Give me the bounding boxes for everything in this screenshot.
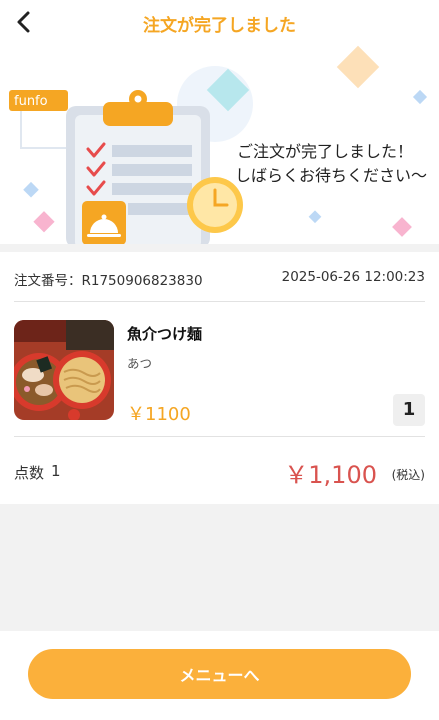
tax-included-note: (税込) <box>391 468 425 482</box>
please-wait-message: しばらくお待ちください〜 <box>234 166 427 185</box>
divider <box>14 301 425 302</box>
order-datetime: 2025-06-26 12:00:23 <box>281 269 425 285</box>
funfo-logo-text: funfo <box>14 94 48 109</box>
total-price: ￥1,100 <box>284 461 377 489</box>
funfo-logo: funfo <box>9 90 68 149</box>
menu-button[interactable]: メニューへ <box>28 649 411 699</box>
footer-bar: メニューへ <box>0 631 439 720</box>
order-detail-card: 注文番号：R1750906823830 2025-06-26 12:00:23 … <box>0 252 439 504</box>
header-bar: 注文が完了しました <box>0 0 439 44</box>
divider <box>14 436 425 437</box>
order-complete-message: ご注文が完了しました！ <box>236 142 413 161</box>
item-quantity: 1 <box>393 394 425 426</box>
order-complete-banner: funfo ご注文が完了しました！ しばらくお待ちください〜 <box>0 44 439 244</box>
item-option: あつ <box>127 356 153 371</box>
food-image <box>14 320 114 420</box>
page-title: 注文が完了しました <box>143 16 296 36</box>
item-count-label: 点数 <box>14 464 45 482</box>
item-name: 魚介つけ麺 <box>127 325 203 343</box>
item-price: ￥1100 <box>127 404 191 425</box>
item-count-value: 1 <box>51 462 61 480</box>
food-cloche-icon <box>82 201 126 244</box>
order-number: 注文番号：R1750906823830 <box>14 273 203 289</box>
